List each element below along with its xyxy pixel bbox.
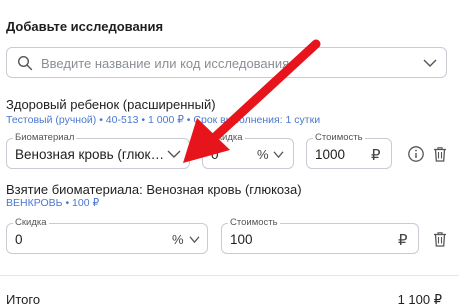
discount-label: Скидка [209, 132, 245, 143]
cost-field[interactable]: Стоимость 1000 ₽ [306, 132, 392, 169]
ruble-icon: ₽ [398, 232, 408, 249]
study-item-meta-sep: • [183, 114, 194, 126]
section-title: Добавьте исследования [6, 19, 164, 34]
search-input[interactable] [41, 52, 411, 74]
divider [0, 275, 459, 276]
study-item-meta: Тестовый (ручной) • 40-513 • 1 000 ₽ • С… [6, 114, 320, 126]
chevron-down-icon[interactable] [167, 148, 181, 160]
study-item-meta-left: Тестовый (ручной) • 40-513 • 1 000 ₽ [6, 114, 184, 126]
biomaterial-value: Венозная кровь (глюкоза) [15, 147, 165, 162]
chevron-down-icon[interactable] [423, 57, 437, 69]
discount-field[interactable]: Скидка 0 % [6, 217, 208, 254]
discount-value[interactable]: 0 [15, 232, 23, 247]
chevron-down-icon[interactable] [273, 150, 284, 159]
percent-unit: % [257, 147, 269, 162]
biomaterial-service-meta: ВЕНКРОВЬ • 100 ₽ [6, 197, 100, 209]
search-icon [17, 55, 33, 71]
percent-unit: % [172, 232, 184, 247]
ruble-icon: ₽ [371, 147, 381, 164]
trash-icon[interactable] [431, 145, 449, 163]
discount-value[interactable]: 0 [211, 147, 219, 162]
cost-label: Стоимость [313, 132, 365, 143]
cost-field[interactable]: Стоимость 100 ₽ [221, 217, 419, 254]
chevron-down-icon[interactable] [189, 235, 200, 244]
total-value: 1 100 ₽ [397, 292, 442, 307]
biomaterial-service-name: Взятие биоматериала: Венозная кровь (глю… [6, 182, 302, 197]
trash-icon[interactable] [431, 230, 449, 248]
biomaterial-label: Биоматериал [13, 132, 77, 143]
cost-label: Стоимость [228, 217, 280, 228]
study-search[interactable] [6, 47, 447, 78]
discount-field[interactable]: Скидка 0 % [202, 132, 294, 169]
study-item-duration: Срок выполнения: 1 сутки [193, 114, 321, 126]
info-icon[interactable] [407, 145, 425, 163]
discount-label: Скидка [13, 217, 49, 228]
total-label: Итого [6, 292, 41, 307]
biomaterial-select[interactable]: Биоматериал Венозная кровь (глюкоза) [6, 132, 190, 169]
cost-value[interactable]: 100 [230, 232, 253, 247]
study-item-name: Здоровый ребенок (расширенный) [6, 97, 216, 112]
cost-value[interactable]: 1000 [315, 147, 345, 162]
